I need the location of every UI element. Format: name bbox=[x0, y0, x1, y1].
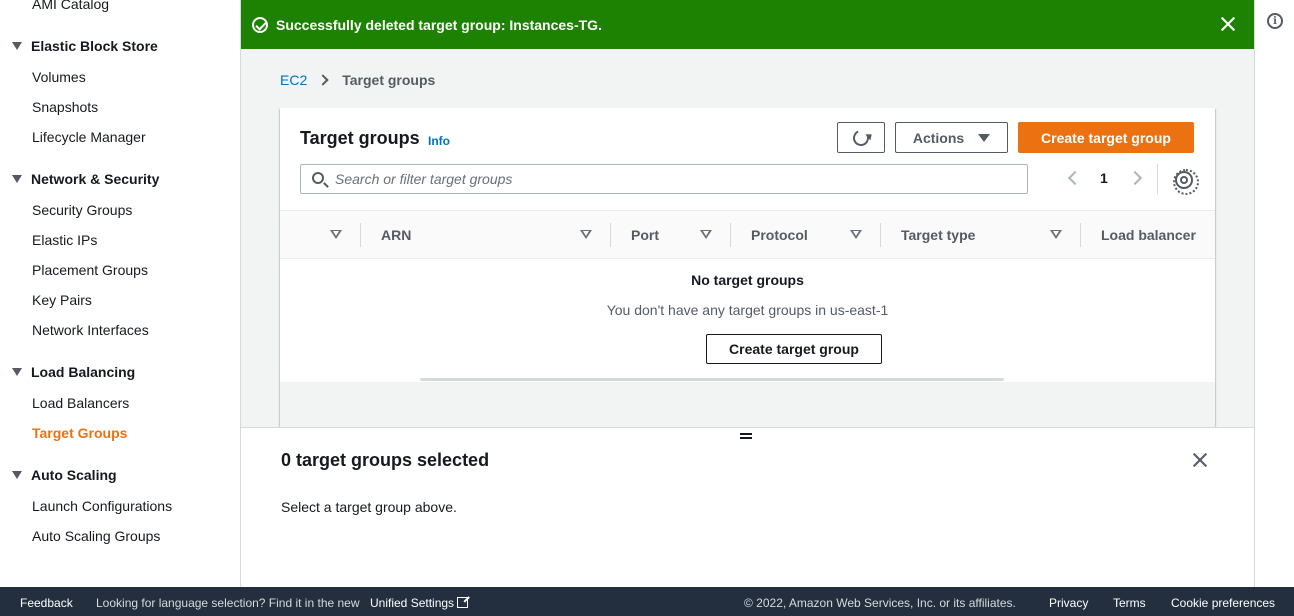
sidebar-item-launch-configurations[interactable]: Launch Configurations bbox=[32, 498, 172, 514]
info-link[interactable]: Info bbox=[428, 134, 450, 148]
split-panel: 0 target groups selected Select a target… bbox=[241, 427, 1254, 587]
breadcrumb: EC2 Target groups bbox=[280, 72, 435, 88]
empty-create-target-group-button[interactable]: Create target group bbox=[706, 334, 882, 364]
sort-icon[interactable] bbox=[330, 230, 342, 239]
caret-down-icon bbox=[12, 42, 22, 50]
close-icon[interactable] bbox=[1190, 450, 1210, 470]
refresh-icon bbox=[850, 127, 872, 148]
privacy-link[interactable]: Privacy bbox=[1049, 596, 1088, 610]
search-icon bbox=[312, 172, 324, 184]
sidebar-item-security-groups[interactable]: Security Groups bbox=[32, 202, 132, 218]
drag-handle-icon[interactable] bbox=[740, 433, 752, 439]
info-icon[interactable]: i bbox=[1267, 13, 1283, 29]
chevron-right-icon[interactable] bbox=[1127, 170, 1142, 186]
sidebar-section-load-balancing[interactable]: Load Balancing bbox=[12, 364, 135, 380]
target-groups-table-panel: Target groups Info Actions Create target… bbox=[280, 108, 1215, 427]
terms-link[interactable]: Terms bbox=[1113, 596, 1146, 610]
empty-state-title: No target groups bbox=[691, 272, 804, 288]
feedback-link[interactable]: Feedback bbox=[20, 596, 73, 610]
sidebar-item-key-pairs[interactable]: Key Pairs bbox=[32, 292, 92, 308]
page-number[interactable]: 1 bbox=[1100, 170, 1108, 186]
refresh-button[interactable] bbox=[837, 122, 885, 153]
cookie-preferences-link[interactable]: Cookie preferences bbox=[1171, 596, 1275, 610]
sidebar-section-label: Elastic Block Store bbox=[31, 38, 158, 54]
gear-icon[interactable] bbox=[1173, 169, 1199, 195]
copyright-text: © 2022, Amazon Web Services, Inc. or its… bbox=[744, 596, 1016, 610]
chevron-right-icon bbox=[317, 74, 329, 86]
divider bbox=[1157, 164, 1158, 194]
sidebar-section-elastic-block-store[interactable]: Elastic Block Store bbox=[12, 38, 158, 54]
console-footer: Feedback Looking for language selection?… bbox=[0, 587, 1294, 616]
column-divider bbox=[730, 223, 731, 247]
sort-icon[interactable] bbox=[700, 230, 712, 239]
tools-panel-strip: i bbox=[1254, 0, 1294, 587]
sidebar-section-network-security[interactable]: Network & Security bbox=[12, 171, 159, 187]
column-header-arn[interactable]: ARN bbox=[381, 211, 411, 259]
split-panel-description: Select a target group above. bbox=[281, 499, 457, 515]
column-header-port[interactable]: Port bbox=[631, 211, 659, 259]
split-panel-title: 0 target groups selected bbox=[281, 450, 490, 470]
panel-footer-area bbox=[280, 382, 1215, 427]
sidebar-section-auto-scaling[interactable]: Auto Scaling bbox=[12, 467, 117, 483]
flash-message: Successfully deleted target group: Insta… bbox=[276, 17, 602, 33]
sidebar-item-ami-catalog[interactable]: AMI Catalog bbox=[32, 0, 109, 12]
sidebar-item-load-balancers[interactable]: Load Balancers bbox=[32, 395, 129, 411]
column-header-target-type[interactable]: Target type bbox=[901, 211, 975, 259]
sort-icon[interactable] bbox=[850, 230, 862, 239]
caret-down-icon bbox=[12, 471, 22, 479]
sidebar-item-lifecycle-manager[interactable]: Lifecycle Manager bbox=[32, 129, 146, 145]
column-divider bbox=[1080, 223, 1081, 247]
main-content: Successfully deleted target group: Insta… bbox=[241, 0, 1254, 427]
unified-settings-label: Unified Settings bbox=[370, 596, 455, 610]
sidebar-item-placement-groups[interactable]: Placement Groups bbox=[32, 262, 148, 278]
column-header-load-balancer[interactable]: Load balancer bbox=[1101, 211, 1196, 259]
column-divider bbox=[610, 223, 611, 247]
breadcrumb-current: Target groups bbox=[342, 72, 436, 88]
horizontal-scrollbar[interactable] bbox=[420, 378, 1004, 381]
actions-dropdown-button[interactable]: Actions bbox=[895, 122, 1008, 153]
caret-down-icon bbox=[12, 368, 22, 376]
sidebar-item-auto-scaling-groups[interactable]: Auto Scaling Groups bbox=[32, 528, 160, 544]
success-check-icon bbox=[252, 17, 268, 33]
column-divider bbox=[360, 223, 361, 247]
sidebar-section-label: Network & Security bbox=[31, 171, 160, 187]
sort-icon[interactable] bbox=[580, 230, 592, 239]
chevron-left-icon[interactable] bbox=[1067, 170, 1083, 186]
search-input[interactable] bbox=[335, 165, 1015, 193]
sidebar-item-snapshots[interactable]: Snapshots bbox=[32, 99, 98, 115]
column-header-protocol[interactable]: Protocol bbox=[751, 211, 808, 259]
caret-down-icon bbox=[12, 175, 22, 183]
table-header: ARN Port Protocol Target type Load balan… bbox=[280, 210, 1215, 259]
sidebar-item-volumes[interactable]: Volumes bbox=[32, 69, 86, 85]
pagination: 1 bbox=[1067, 170, 1142, 186]
column-divider bbox=[880, 223, 881, 247]
success-flashbar: Successfully deleted target group: Insta… bbox=[241, 0, 1254, 49]
sort-icon[interactable] bbox=[1050, 230, 1062, 239]
empty-state-description: You don't have any target groups in us-e… bbox=[606, 302, 889, 318]
side-navigation: AMI Catalog Elastic Block Store Volumes … bbox=[0, 0, 241, 587]
breadcrumb-ec2[interactable]: EC2 bbox=[280, 72, 307, 88]
external-link-icon bbox=[457, 597, 469, 608]
caret-down-icon bbox=[978, 133, 991, 142]
actions-label: Actions bbox=[912, 129, 965, 146]
sidebar-section-label: Load Balancing bbox=[31, 364, 136, 380]
sidebar-item-elastic-ips[interactable]: Elastic IPs bbox=[32, 232, 97, 248]
sidebar-item-target-groups[interactable]: Target Groups bbox=[32, 425, 127, 441]
page-title: Target groups bbox=[300, 128, 420, 148]
unified-settings-link[interactable]: Unified Settings bbox=[370, 596, 469, 610]
sidebar-section-label: Auto Scaling bbox=[31, 467, 117, 483]
create-target-group-button[interactable]: Create target group bbox=[1018, 122, 1194, 153]
language-note: Looking for language selection? Find it … bbox=[96, 596, 360, 610]
close-icon[interactable] bbox=[1218, 14, 1238, 34]
search-field[interactable] bbox=[300, 164, 1028, 194]
sidebar-item-network-interfaces[interactable]: Network Interfaces bbox=[32, 322, 149, 338]
